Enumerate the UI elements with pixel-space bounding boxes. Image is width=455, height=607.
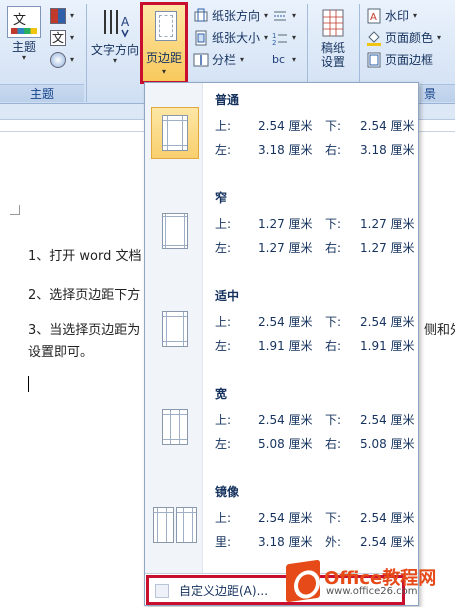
site-watermark-logo: Office教程网 www.office26.com (286, 559, 452, 604)
margins-dropdown: 普通 上: 2.54 厘米 下: 2.54 厘米 左: 3.18 厘米 右: 3.18 厘米… (144, 82, 419, 606)
svg-text:A: A (121, 15, 130, 29)
theme-colors-icon (50, 8, 66, 24)
page-borders-button[interactable]: 页面边框 (366, 50, 433, 70)
size-button[interactable]: 纸张大小 ▾ (193, 28, 268, 48)
paragraph-2: 2、选择页边距下方 (28, 288, 141, 303)
custom-margins-icon (155, 584, 169, 598)
columns-icon (193, 52, 209, 68)
margin-option-name: 适中 (215, 289, 240, 303)
paragraph-3: 3、当选择页边距为 (28, 323, 141, 338)
draft-paper-label-2: 设置 (320, 55, 345, 69)
orientation-button[interactable]: 纸张方向 ▾ (193, 6, 268, 26)
group-label-page-background: 景 (420, 84, 455, 102)
margin-thumb-wide-icon (151, 401, 199, 453)
custom-margins-label: 自定义边距(A)... (179, 584, 269, 598)
draft-paper-label: 稿纸 (320, 41, 345, 55)
margin-option-wide[interactable]: 宽 上: 2.54 厘米 下: 2.54 厘米 左: 5.08 厘米 右: 5.08 厘米 (145, 377, 418, 475)
breaks-icon (272, 8, 288, 24)
margin-thumb-normal-icon (151, 107, 199, 159)
orientation-icon (193, 8, 209, 24)
margin-option-mirrored[interactable]: 镜像 上: 2.54 厘米 下: 2.54 厘米 里: 3.18 厘米 外: 2.54 厘米 (145, 475, 418, 573)
theme-colors-button[interactable]: ▾ (50, 6, 74, 26)
theme-button[interactable]: 文 主题 ▾ (2, 2, 46, 82)
paragraph-3-tail: 侧和外 (424, 323, 455, 338)
watermark-button[interactable]: A 水印 ▾ (366, 6, 417, 26)
watermark-icon: A (366, 8, 382, 24)
size-label: 纸张大小 (212, 31, 261, 45)
theme-fonts-icon: 文 (50, 30, 66, 46)
paint-bucket-icon (366, 30, 382, 46)
draft-paper-button[interactable]: 稿纸 设置 (311, 2, 355, 82)
page-color-button[interactable]: 页面颜色 ▾ (366, 28, 441, 48)
paper-size-icon (193, 30, 209, 46)
page-borders-icon (366, 52, 382, 68)
theme-effects-icon (50, 52, 66, 68)
theme-icon: 文 (7, 6, 41, 38)
hyphenation-icon: bc (272, 53, 286, 66)
margin-corner-mark (10, 205, 20, 215)
margin-thumb-moderate-icon (151, 303, 199, 355)
orientation-label: 纸张方向 (212, 9, 261, 23)
columns-button[interactable]: 分栏 ▾ (193, 50, 244, 70)
margin-option-normal[interactable]: 普通 上: 2.54 厘米 下: 2.54 厘米 左: 3.18 厘米 右: 3.18 厘米 (145, 83, 418, 181)
chevron-down-icon: ▾ (21, 53, 26, 62)
theme-label: 主题 (11, 40, 36, 54)
theme-effects-button[interactable]: ▾ (50, 50, 74, 70)
svg-text:2: 2 (272, 39, 276, 46)
watermark-url: www.office26.com (326, 586, 418, 597)
paragraph-1: 1、打开 word 文档 (28, 249, 142, 264)
line-numbers-button[interactable]: 1 2 ▾ (272, 28, 296, 48)
margin-option-narrow[interactable]: 窄 上: 1.27 厘米 下: 1.27 厘米 左: 1.27 厘米 右: 1.27 厘米 (145, 181, 418, 279)
draft-paper-icon (322, 9, 344, 37)
chevron-down-icon: ▾ (112, 56, 117, 65)
page-borders-label: 页面边框 (385, 53, 434, 67)
text-direction-icon: A (104, 10, 130, 38)
margin-option-name: 镜像 (215, 485, 240, 499)
margins-label: 页边距 (145, 51, 182, 65)
breaks-button[interactable]: ▾ (272, 6, 296, 26)
margin-thumb-narrow-icon (151, 205, 199, 257)
hyphenation-button[interactable]: bc ▾ (272, 50, 296, 70)
margins-button[interactable]: 页边距 ▾ (140, 2, 188, 84)
margin-option-name: 宽 (215, 387, 228, 401)
svg-text:A: A (370, 12, 377, 23)
chevron-down-icon: ▾ (161, 67, 166, 76)
office-logo-icon (286, 559, 320, 603)
theme-fonts-button[interactable]: 文 ▾ (50, 28, 74, 48)
paragraph-4: 设置即可。 (28, 345, 94, 360)
margin-option-name: 普通 (215, 93, 240, 107)
group-label-theme: 主题 (0, 84, 84, 102)
text-caret (28, 376, 29, 392)
margin-option-name: 窄 (215, 191, 228, 205)
watermark-label: 水印 (385, 9, 410, 23)
margin-thumb-mirrored-icon (151, 499, 199, 551)
line-numbers-icon: 12 (272, 30, 288, 47)
margin-option-moderate[interactable]: 适中 上: 2.54 厘米 下: 2.54 厘米 左: 1.91 厘米 右: 1.91 厘米 (145, 279, 418, 377)
page-color-label: 页面颜色 (385, 31, 434, 45)
text-direction-button[interactable]: A 文字方向 ▾ (90, 2, 140, 82)
text-direction-label: 文字方向 (90, 43, 139, 57)
columns-label: 分栏 (212, 53, 237, 67)
margins-icon (155, 11, 177, 41)
